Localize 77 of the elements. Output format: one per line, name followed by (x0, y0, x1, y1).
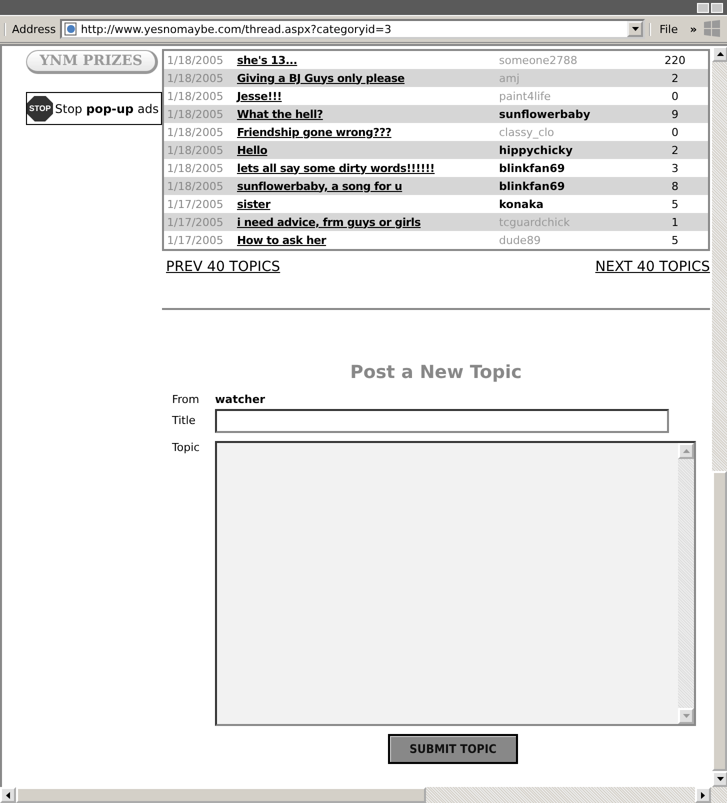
topic-link[interactable]: Friendship gone wrong??? (237, 126, 392, 138)
vertical-scrollbar[interactable] (712, 44, 727, 787)
reply-count-cell: 3 (642, 159, 709, 177)
scroll-thumb[interactable] (712, 471, 727, 771)
popup-blocker-ad[interactable]: STOP Stop pop-up ads (26, 92, 162, 125)
reply-count-cell: 220 (642, 50, 709, 69)
date-cell: 1/17/2005 (163, 231, 234, 250)
date-cell: 1/18/2005 (163, 123, 234, 141)
reply-count-cell: 1 (642, 213, 709, 231)
scroll-down-button[interactable] (712, 771, 727, 787)
prev-topics-link[interactable]: PREV 40 TOPICS (166, 259, 280, 275)
reply-count-cell: 2 (642, 141, 709, 159)
date-cell: 1/17/2005 (163, 195, 234, 213)
minimize-button[interactable] (697, 2, 709, 12)
topic-link[interactable]: lets all say some dirty words!!!!!! (237, 162, 435, 174)
scroll-left-button[interactable] (0, 787, 16, 803)
triangle-arrow-icon (682, 714, 690, 718)
maximize-button[interactable] (711, 2, 723, 12)
author-cell: hippychicky (496, 141, 642, 159)
reply-count-cell: 5 (642, 195, 709, 213)
author-cell: classy_clo (496, 123, 642, 141)
windows-logo-icon (701, 18, 723, 40)
author-cell: blinkfan69 (496, 177, 642, 195)
triangle-arrow-icon (701, 792, 705, 798)
author-cell: someone2788 (496, 50, 642, 69)
horizontal-scrollbar[interactable] (0, 787, 727, 803)
address-label: Address (4, 22, 56, 36)
reply-count-cell: 8 (642, 177, 709, 195)
scroll-up-button[interactable] (712, 46, 727, 62)
scroll-thumb[interactable] (16, 787, 426, 803)
address-field[interactable]: http://www.yesnomaybe.com/thread.aspx?categoryid=3 (60, 19, 646, 39)
triangle-arrow-icon (716, 777, 724, 781)
scroll-right-button[interactable] (695, 787, 711, 803)
ad-text: Stop pop-up ads (55, 102, 159, 116)
author-cell: amj (496, 69, 642, 87)
reply-count-cell: 0 (642, 123, 709, 141)
author-cell: dude89 (496, 231, 642, 250)
author-cell: tcguardchick (496, 213, 642, 231)
topic-link[interactable]: How to ask her (237, 234, 326, 246)
triangle-arrow-icon (632, 27, 639, 31)
topic-link[interactable]: Hello (237, 144, 268, 156)
triangle-arrow-icon (6, 792, 10, 798)
url-text: http://www.yesnomaybe.com/thread.aspx?categoryid=3 (80, 22, 392, 36)
topic-label: Topic (172, 441, 201, 454)
file-menu[interactable]: File (649, 22, 686, 36)
triangle-arrow-icon (682, 449, 690, 453)
stop-sign-icon: STOP (27, 96, 53, 122)
author-cell: konaka (496, 195, 642, 213)
date-cell: 1/18/2005 (163, 141, 234, 159)
author-cell: paint4life (496, 87, 642, 105)
date-cell: 1/18/2005 (163, 69, 234, 87)
reply-count-cell: 9 (642, 105, 709, 123)
title-field[interactable] (215, 409, 669, 433)
chevron-button[interactable]: » (690, 22, 697, 36)
date-cell: 1/18/2005 (163, 177, 234, 195)
triangle-arrow-icon (716, 52, 724, 56)
submit-topic-button[interactable]: SUBMIT TOPIC (388, 734, 518, 764)
reply-count-cell: 2 (642, 69, 709, 87)
from-value: watcher (215, 392, 266, 406)
topic-link[interactable]: she's 13... (237, 54, 298, 66)
date-cell: 1/18/2005 (163, 50, 234, 69)
dropdown-button[interactable] (627, 21, 644, 37)
topic-link[interactable]: Jesse!!! (237, 90, 282, 102)
title-label: Title (172, 414, 197, 426)
topic-link[interactable]: sister (237, 198, 270, 210)
next-topics-link[interactable]: NEXT 40 TOPICS (595, 259, 710, 275)
page-icon (64, 22, 78, 36)
author-cell: sunflowerbaby (496, 105, 642, 123)
date-cell: 1/18/2005 (163, 87, 234, 105)
date-cell: 1/17/2005 (163, 213, 234, 231)
author-cell: blinkfan69 (496, 159, 642, 177)
date-cell: 1/18/2005 (163, 105, 234, 123)
date-cell: 1/18/2005 (163, 159, 234, 177)
from-label: From (172, 392, 200, 406)
form-heading: Post a New Topic (349, 362, 523, 383)
reply-count-cell: 0 (642, 87, 709, 105)
reply-count-cell: 5 (642, 231, 709, 250)
